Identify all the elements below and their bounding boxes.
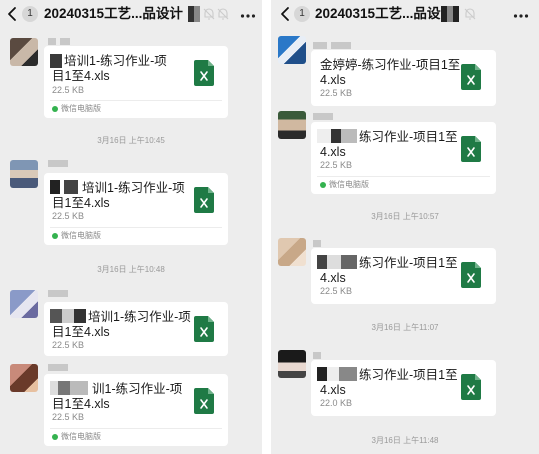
redacted-nickname (313, 240, 321, 247)
source-label: 微信电脑版 (61, 231, 101, 240)
avatar[interactable] (278, 36, 306, 64)
file-name-line2: 4.xls (320, 271, 346, 285)
message-timestamp: 3月16日 上午10:45 (97, 136, 165, 145)
source-label: 微信电脑版 (61, 432, 101, 441)
redaction-mosaic (188, 6, 200, 22)
avatar[interactable] (278, 111, 306, 139)
file-size: 22.5 KB (320, 160, 353, 170)
mute-bell-icon (202, 7, 216, 21)
avatar[interactable] (10, 290, 38, 318)
file-name-line2: 4.xls (320, 145, 346, 159)
file-name-line1: 练习作业-项目1至 (359, 368, 458, 382)
message-timestamp: 3月16日 上午10:57 (371, 212, 439, 221)
message-timestamp: 3月16日 上午11:07 (371, 323, 439, 332)
file-name-line2: 4.xls (320, 73, 346, 87)
divider (50, 428, 222, 429)
redacted-nickname (48, 38, 70, 45)
file-name-line1: 金婷婷-练习作业-项目1至 (320, 58, 461, 72)
excel-file-icon (194, 388, 214, 414)
redacted-nickname (313, 42, 351, 49)
unread-badge: 1 (22, 6, 38, 22)
message-timestamp: 3月16日 上午10:48 (97, 265, 165, 274)
excel-file-icon (461, 64, 481, 90)
file-name-line1: 培训1-练习作业-项 (82, 181, 185, 195)
unread-badge: 1 (294, 6, 310, 22)
avatar[interactable] (10, 160, 38, 188)
file-name-line2: 目1至4.xls (52, 196, 110, 210)
redaction-mosaic (317, 255, 357, 269)
file-message-bubble[interactable]: 培训1-练习作业-项 目1至4.xls 22.5 KB (44, 302, 228, 356)
redacted-nickname (313, 352, 321, 359)
excel-file-icon (461, 374, 481, 400)
chevron-left-icon[interactable] (277, 5, 295, 23)
excel-file-icon (194, 316, 214, 342)
file-name-line1: 练习作业-项目1至 (359, 130, 458, 144)
file-message-bubble[interactable]: 练习作业-项目1至 4.xls 22.5 KB 微信电脑版 (311, 122, 496, 194)
excel-file-icon (461, 262, 481, 288)
chat-title[interactable]: 20240315工艺...品设计 (44, 5, 183, 23)
file-size: 22.5 KB (320, 286, 353, 296)
file-message-bubble[interactable]: 培训1-练习作业-项 目1至4.xls 22.5 KB 微信电脑版 (44, 173, 228, 245)
wechat-dot-icon (320, 182, 326, 188)
avatar[interactable] (10, 38, 38, 66)
file-name-line2: 目1至4.xls (52, 397, 110, 411)
divider (50, 227, 222, 228)
file-size: 22.5 KB (52, 412, 85, 422)
redaction-mosaic (50, 54, 62, 68)
avatar[interactable] (278, 350, 306, 378)
redaction-mosaic (50, 381, 88, 395)
excel-file-icon (194, 60, 214, 86)
file-size: 22.5 KB (52, 85, 85, 95)
file-message-bubble[interactable]: 金婷婷-练习作业-项目1至 4.xls 22.5 KB (311, 50, 496, 106)
chevron-left-icon[interactable] (4, 5, 22, 23)
divider (50, 100, 222, 101)
more-dots-icon[interactable] (240, 8, 256, 18)
mute-bell-icon (463, 7, 477, 21)
file-message-bubble[interactable]: 训1-练习作业-项 目1至4.xls 22.5 KB 微信电脑版 (44, 374, 228, 446)
redaction-mosaic (317, 129, 357, 143)
mute-bell-icon (216, 7, 230, 21)
file-size: 22.5 KB (52, 340, 85, 350)
redaction-mosaic (317, 367, 357, 381)
file-name-line1: 培训1-练习作业-项 (64, 54, 167, 68)
source-label: 微信电脑版 (61, 104, 101, 113)
chat-header: 1 20240315工艺...品设计 (0, 0, 262, 30)
redaction-mosaic (50, 309, 86, 323)
redaction-mosaic (50, 180, 78, 194)
file-name-line2: 4.xls (320, 383, 346, 397)
divider (317, 176, 490, 177)
file-size: 22.0 KB (320, 398, 353, 408)
wechat-dot-icon (52, 106, 58, 112)
file-name-line2: 目1至4.xls (52, 69, 110, 83)
excel-file-icon (461, 136, 481, 162)
chat-title[interactable]: 20240315工艺...品设计 (315, 5, 454, 23)
file-size: 22.5 KB (52, 211, 85, 221)
source-label: 微信电脑版 (329, 180, 369, 189)
more-dots-icon[interactable] (513, 8, 529, 18)
redacted-nickname (48, 364, 68, 371)
wechat-dot-icon (52, 233, 58, 239)
file-message-bubble[interactable]: 练习作业-项目1至 4.xls 22.5 KB (311, 248, 496, 304)
file-message-bubble[interactable]: 练习作业-项目1至 4.xls 22.0 KB (311, 360, 496, 416)
file-name-line2: 目1至4.xls (52, 325, 110, 339)
file-name-line1: 培训1-练习作业-项 (88, 310, 191, 324)
redacted-nickname (48, 160, 68, 167)
redacted-nickname (48, 290, 68, 297)
redacted-nickname (313, 113, 333, 120)
redaction-mosaic (441, 6, 459, 22)
wechat-dot-icon (52, 434, 58, 440)
avatar[interactable] (10, 364, 38, 392)
chat-header: 1 20240315工艺...品设计 (271, 0, 539, 30)
excel-file-icon (194, 187, 214, 213)
file-name-line1: 练习作业-项目1至 (359, 256, 458, 270)
file-size: 22.5 KB (320, 88, 353, 98)
avatar[interactable] (278, 238, 306, 266)
file-message-bubble[interactable]: 培训1-练习作业-项 目1至4.xls 22.5 KB 微信电脑版 (44, 46, 228, 118)
message-timestamp: 3月16日 上午11:48 (371, 436, 439, 445)
chat-panel-left: 1 20240315工艺...品设计 培训1-练习作业-项 目1至4.xls 2… (0, 0, 262, 454)
chat-panel-right: 1 20240315工艺...品设计 金婷婷-练习作业-项目1至 4.xls 2… (271, 0, 539, 454)
file-name-line1: 训1-练习作业-项 (92, 382, 183, 396)
